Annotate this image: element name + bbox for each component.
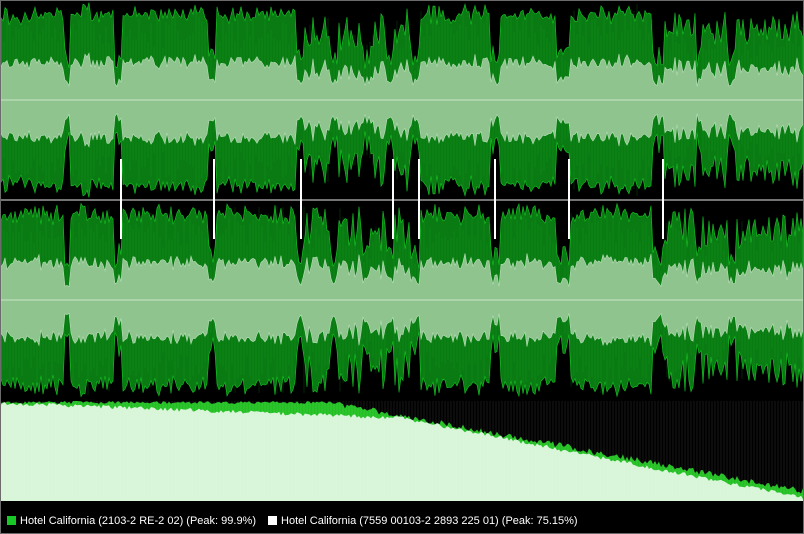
track-a-swatch-icon: [7, 516, 16, 525]
waveform-canvas: [1, 1, 803, 508]
spectrum-panel: [1, 401, 803, 501]
legend-label-track-a: Hotel California (2103-2 RE-2 02) (Peak:…: [20, 514, 257, 527]
legend-item-track-b: Hotel California (7559 00103-2 2893 225 …: [268, 515, 578, 527]
waveform-comparison-view: Hotel California (2103-2 RE-2 02) (Peak:…: [0, 0, 804, 534]
legend-bar: Hotel California (2103-2 RE-2 02) (Peak:…: [1, 508, 803, 533]
legend-label-track-b: Hotel California (7559 00103-2 2893 225 …: [281, 514, 578, 527]
track-b-swatch-icon: [268, 516, 278, 525]
legend-item-track-a: Hotel California (2103-2 RE-2 02) (Peak:…: [7, 515, 256, 527]
